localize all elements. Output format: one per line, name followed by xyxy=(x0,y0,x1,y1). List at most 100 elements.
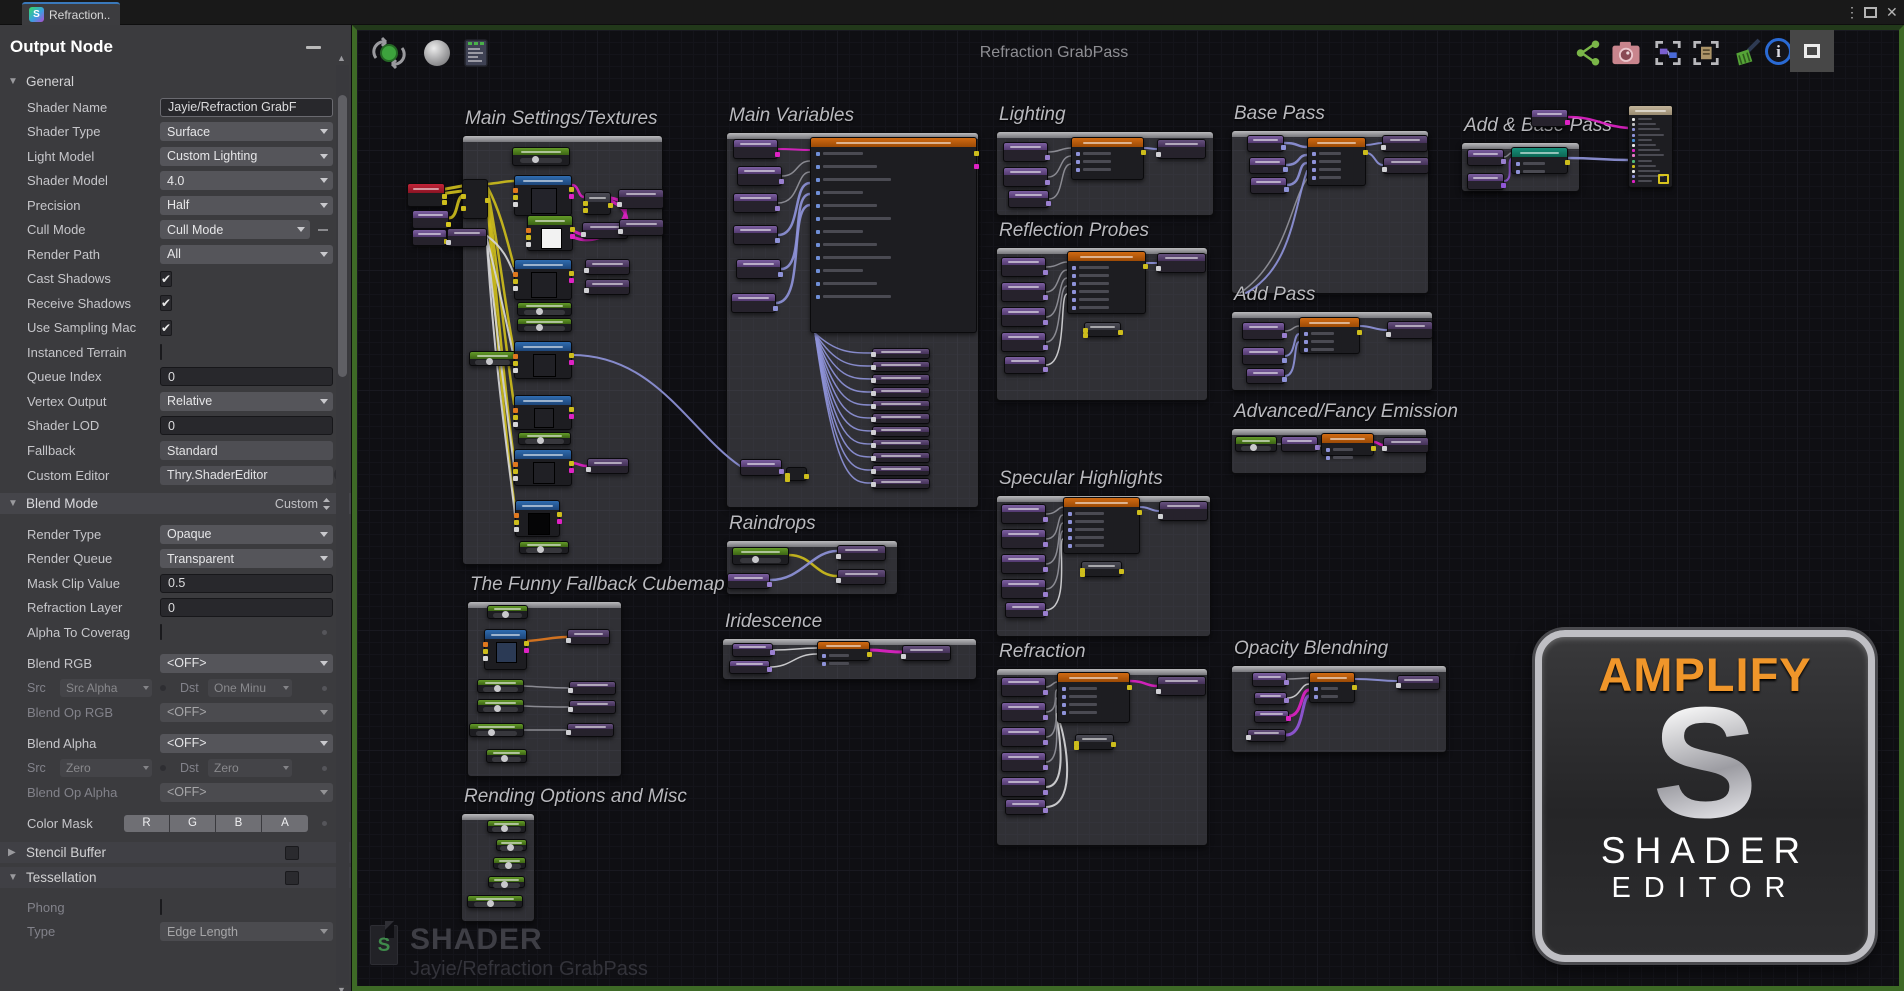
shader-node-g[interactable] xyxy=(1001,307,1048,327)
shader-node-f[interactable] xyxy=(1307,137,1368,186)
shader-node-t[interactable] xyxy=(514,500,562,537)
shader-node-r[interactable] xyxy=(836,545,886,561)
dropdown-blend-rgb[interactable]: <OFF> xyxy=(160,653,333,673)
dropdown-render-path[interactable]: All xyxy=(160,244,333,264)
shader-node-r[interactable] xyxy=(1156,139,1206,159)
focus-on-nodes-icon[interactable] xyxy=(1652,38,1684,73)
shader-node-g[interactable] xyxy=(1252,672,1289,687)
shader-node-g[interactable] xyxy=(727,573,772,589)
mask-button-r[interactable]: R xyxy=(124,814,170,832)
shader-node-g[interactable] xyxy=(1001,727,1048,747)
clean-unused-icon[interactable] xyxy=(1731,36,1763,73)
checkbox-alpha-to-coverag[interactable] xyxy=(160,624,162,640)
shader-node-r[interactable] xyxy=(1156,676,1206,696)
tab-refraction[interactable]: S Refraction.. xyxy=(22,2,120,25)
section-blend-mode[interactable]: ▼ Blend Mode Custom xyxy=(0,493,351,514)
input-custom-editor[interactable]: Thry.ShaderEditor xyxy=(160,465,333,485)
input-fallback[interactable]: Standard xyxy=(160,441,333,460)
open-asset-icon[interactable] xyxy=(462,38,490,73)
shader-node-p[interactable] xyxy=(487,820,526,833)
shader-node-rs[interactable] xyxy=(871,374,930,385)
shader-node-g[interactable] xyxy=(740,459,784,476)
shader-node-g[interactable] xyxy=(1001,529,1048,549)
shader-node-g[interactable] xyxy=(733,139,780,159)
shader-node-t[interactable] xyxy=(513,175,574,216)
shader-node-p[interactable] xyxy=(493,857,526,869)
shader-node-rs[interactable] xyxy=(871,426,930,437)
shader-node-g[interactable] xyxy=(1003,142,1050,162)
shader-node-g[interactable] xyxy=(732,643,775,657)
shader-node-p[interactable] xyxy=(477,699,524,713)
shader-node-sd[interactable] xyxy=(1074,734,1116,751)
shader-node-g[interactable] xyxy=(1004,356,1048,374)
dropdown-render-type[interactable]: Opaque xyxy=(160,524,333,544)
dropdown-render-queue[interactable]: Transparent xyxy=(160,549,333,568)
shader-node-r[interactable] xyxy=(1396,675,1440,690)
shader-node-g[interactable] xyxy=(1005,602,1048,618)
info-icon[interactable]: i xyxy=(1765,38,1792,65)
input-shader-name[interactable]: Jayie/Refraction GrabF xyxy=(160,97,333,117)
shader-node-t[interactable] xyxy=(513,259,574,300)
shader-node-p[interactable] xyxy=(519,541,569,554)
shader-node-g[interactable] xyxy=(1281,436,1320,452)
shader-node-r[interactable] xyxy=(901,645,951,661)
shader-node-g[interactable] xyxy=(736,259,783,279)
shader-node-pt[interactable] xyxy=(526,215,575,251)
shader-node-t[interactable] xyxy=(513,341,574,379)
shader-node-add[interactable] xyxy=(785,467,809,483)
dropdown-blend-alpha[interactable]: <OFF> xyxy=(160,733,333,753)
dropdown-shader-model[interactable]: 4.0 xyxy=(160,171,333,190)
shader-node-r[interactable] xyxy=(566,629,610,645)
shader-node-teal[interactable] xyxy=(1511,147,1570,174)
shader-node-r[interactable] xyxy=(1158,501,1208,521)
shader-node-p[interactable] xyxy=(467,895,523,908)
dropdown-src[interactable]: Zero xyxy=(60,758,152,777)
mask-button-b[interactable]: B xyxy=(216,814,262,832)
shader-node-g[interactable] xyxy=(731,293,778,313)
shader-node-g[interactable] xyxy=(1001,504,1048,524)
dropdown-vertex-output[interactable]: Relative xyxy=(160,391,333,411)
mask-button-a[interactable]: A xyxy=(262,814,308,832)
shader-node-fbig[interactable] xyxy=(810,137,979,333)
foldout-stencil-buffer[interactable]: ▶ Stencil Buffer xyxy=(0,842,351,863)
dropdown-shader-type[interactable]: Surface xyxy=(160,122,333,141)
shader-node-g[interactable] xyxy=(1008,190,1051,208)
dropdown-blend-op-alpha[interactable]: <OFF> xyxy=(160,782,333,802)
shader-node-g[interactable] xyxy=(1250,177,1289,194)
shader-node-g[interactable] xyxy=(1001,554,1048,574)
shader-node-r[interactable] xyxy=(1381,135,1428,152)
shader-node-rs[interactable] xyxy=(871,478,930,489)
dropdown-light-model[interactable]: Custom Lighting xyxy=(160,146,333,166)
shader-node-sd[interactable] xyxy=(1083,322,1123,338)
shader-node-r[interactable] xyxy=(1156,253,1206,273)
shader-node-g[interactable] xyxy=(737,166,784,186)
shader-node-p[interactable] xyxy=(488,876,525,888)
foldout-general[interactable]: ▼ General xyxy=(0,71,351,91)
shader-node-g[interactable] xyxy=(1001,752,1048,772)
shader-node-r[interactable] xyxy=(446,228,487,247)
shader-node-g[interactable] xyxy=(1249,157,1288,174)
shader-node-g[interactable] xyxy=(733,193,780,213)
shader-node-r[interactable] xyxy=(584,259,630,275)
shader-node-g[interactable] xyxy=(1005,799,1048,815)
shader-node-r[interactable] xyxy=(618,219,664,236)
shader-node-r[interactable] xyxy=(1386,321,1433,339)
shader-node-t[interactable] xyxy=(513,395,574,430)
shader-node-t[interactable] xyxy=(483,629,529,670)
scrollbar-thumb[interactable] xyxy=(338,95,347,377)
shader-node-f[interactable] xyxy=(1299,317,1362,354)
dropdown-type[interactable]: Edge Length xyxy=(160,922,333,941)
dropdown-blend-op-rgb[interactable]: <OFF> xyxy=(160,702,333,722)
shader-node-red[interactable] xyxy=(407,183,447,207)
shader-node-r[interactable] xyxy=(1246,729,1286,742)
shader-node-r[interactable] xyxy=(568,681,616,695)
screenshot-camera-icon[interactable] xyxy=(1610,38,1642,73)
shader-node-rs[interactable] xyxy=(871,348,930,359)
shader-node-g[interactable] xyxy=(1003,167,1050,187)
shader-node-rs[interactable] xyxy=(871,361,930,372)
shader-node-rs[interactable] xyxy=(871,413,930,424)
dropdown-dst[interactable]: One Minu xyxy=(208,678,292,697)
shader-node-f[interactable] xyxy=(1321,433,1376,460)
shader-node-r[interactable] xyxy=(584,279,630,295)
close-icon[interactable]: ✕ xyxy=(1886,4,1898,20)
